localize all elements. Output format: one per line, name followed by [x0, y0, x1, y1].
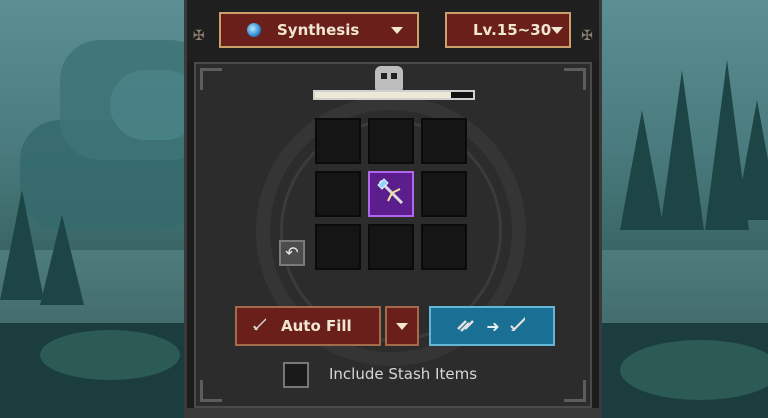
include-stash-label: Include Stash Items [329, 365, 478, 383]
level-dropdown[interactable]: Lv.15~30 [445, 12, 571, 48]
chevron-down-icon [396, 322, 408, 330]
pine-tree [40, 215, 84, 305]
ornament-icon: ✠ [193, 28, 205, 44]
progress-fill [315, 92, 451, 98]
frame-corner [564, 380, 586, 402]
arrow-icon: ➜ [486, 316, 500, 336]
chevron-down-icon [551, 26, 564, 34]
top-bar: ✠ Synthesis Lv.15~30 ✠ [187, 0, 599, 62]
pine-tree [620, 110, 664, 230]
include-stash-checkbox[interactable] [283, 362, 309, 388]
auto-fill-label: Auto Fill [281, 317, 352, 335]
sword-icon [508, 314, 528, 338]
level-dropdown-label: Lv.15~30 [473, 21, 552, 39]
skull-icon [375, 66, 403, 92]
frame-corner [200, 68, 222, 90]
blue-orb-icon [247, 23, 261, 37]
grid-slot[interactable] [368, 118, 414, 164]
sword-icon [251, 315, 269, 337]
synthesis-grid [315, 118, 467, 270]
undo-arrow-icon: ↶ [285, 243, 299, 262]
synthesis-dropdown-label: Synthesis [277, 21, 360, 39]
synthesis-dropdown[interactable]: Synthesis [219, 12, 419, 48]
grid-slot-filled[interactable] [368, 171, 414, 217]
pine-tree [660, 70, 704, 230]
bush [40, 330, 180, 380]
grid-slot[interactable] [368, 224, 414, 270]
bush [620, 340, 768, 400]
chevron-down-icon [391, 26, 403, 34]
auto-fill-options-button[interactable] [385, 306, 419, 346]
grid-slot[interactable] [421, 171, 467, 217]
undo-button[interactable]: ↶ [279, 240, 305, 266]
bones-icon [456, 315, 478, 337]
panel-bottom-edge [187, 408, 599, 418]
spear-icon [374, 175, 408, 213]
grid-slot[interactable] [315, 171, 361, 217]
pine-tree [735, 100, 768, 220]
synthesis-progress-bar [313, 90, 475, 100]
synthesize-button[interactable]: ➜ [429, 306, 555, 346]
grid-slot[interactable] [421, 224, 467, 270]
grid-slot[interactable] [315, 224, 361, 270]
grid-slot[interactable] [315, 118, 361, 164]
pine-tree [0, 190, 44, 300]
grid-slot[interactable] [421, 118, 467, 164]
ornament-icon: ✠ [581, 28, 593, 44]
synthesis-panel: ✠ Synthesis Lv.15~30 ✠ ↶ Auto Fill ➜ Inc… [184, 0, 602, 418]
frame-corner [564, 68, 586, 90]
frame-corner [200, 380, 222, 402]
auto-fill-button[interactable]: Auto Fill [235, 306, 381, 346]
